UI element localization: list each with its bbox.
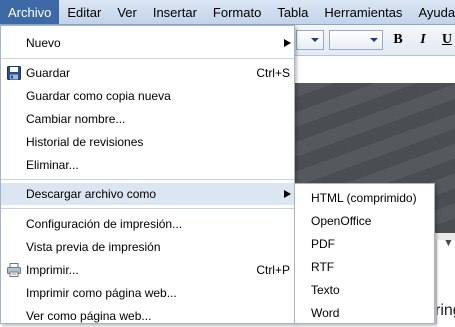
menu-separator — [1, 208, 294, 209]
file-menu: Nuevo Guardar Ctrl+S Guardar como copia … — [0, 25, 295, 324]
menu-item-descargar[interactable]: Descargar archivo como — [1, 183, 294, 205]
menu-item-guardar[interactable]: Guardar Ctrl+S — [1, 62, 294, 84]
underline-button[interactable]: U — [436, 30, 455, 50]
submenu-arrow-icon — [284, 190, 291, 198]
menu-formato[interactable]: Formato — [205, 0, 269, 24]
menu-item-label: Configuración de impresión... — [26, 217, 183, 231]
download-rtf[interactable]: RTF — [295, 256, 434, 279]
menu-item-label: Imprimir... — [26, 263, 79, 277]
menu-editar[interactable]: Editar — [59, 0, 109, 24]
menu-item-label: Vista previa de impresión — [26, 240, 161, 254]
bold-button[interactable]: B — [387, 30, 409, 50]
chevron-down-icon — [370, 38, 378, 42]
download-html[interactable]: HTML (comprimido) — [295, 187, 434, 210]
menu-ver[interactable]: Ver — [109, 0, 145, 24]
menu-item-label: PDF — [311, 237, 335, 251]
menu-item-imprimir[interactable]: Imprimir... Ctrl+P — [1, 259, 294, 281]
menu-item-config-impresion[interactable]: Configuración de impresión... — [1, 213, 294, 235]
menu-insertar[interactable]: Insertar — [145, 0, 205, 24]
save-icon — [7, 66, 21, 80]
menu-item-label: RTF — [311, 260, 335, 274]
menu-ayuda[interactable]: Ayuda — [410, 0, 455, 24]
menu-item-label: Texto — [311, 283, 340, 297]
document-page[interactable]: ▼ ring — [436, 240, 455, 324]
menu-archivo[interactable]: Archivo — [0, 0, 60, 24]
menu-item-label: Guardar como copia nueva — [26, 89, 171, 103]
download-pdf[interactable]: PDF — [295, 233, 434, 256]
menu-separator — [1, 179, 294, 180]
menu-separator — [1, 58, 294, 59]
menu-item-vista-previa[interactable]: Vista previa de impresión — [1, 236, 294, 258]
menu-item-label: Cambiar nombre... — [26, 112, 126, 126]
menu-item-historial[interactable]: Historial de revisiones — [1, 131, 294, 153]
ruler-marker-icon: ▼ — [443, 240, 454, 249]
menu-herramientas[interactable]: Herramientas — [316, 0, 410, 24]
shortcut-label: Ctrl+S — [256, 66, 290, 80]
download-texto[interactable]: Texto — [295, 279, 434, 302]
submenu-arrow-icon — [284, 39, 291, 47]
menu-item-cambiar-nombre[interactable]: Cambiar nombre... — [1, 108, 294, 130]
menu-item-label: OpenOffice — [311, 214, 372, 228]
menu-tabla[interactable]: Tabla — [269, 0, 316, 24]
font-size-select[interactable] — [329, 30, 383, 50]
menubar: Archivo Editar Ver Insertar Formato Tabl… — [0, 0, 455, 25]
menu-item-guardar-copia[interactable]: Guardar como copia nueva — [1, 85, 294, 107]
menu-item-label: Historial de revisiones — [26, 135, 144, 149]
menu-item-label: HTML (comprimido) — [311, 191, 417, 205]
font-family-select[interactable] — [296, 30, 324, 50]
menu-item-label: Nuevo — [26, 36, 61, 50]
italic-button[interactable]: I — [412, 30, 434, 50]
download-openoffice[interactable]: OpenOffice — [295, 210, 434, 233]
menu-item-eliminar[interactable]: Eliminar... — [1, 154, 294, 176]
menu-item-label: Imprimir como página web... — [26, 286, 177, 300]
chevron-down-icon — [311, 38, 319, 42]
download-submenu: HTML (comprimido) OpenOffice PDF RTF Tex… — [294, 183, 435, 324]
menu-item-label: Descargar archivo como — [26, 187, 157, 201]
document-text: ring — [437, 302, 455, 319]
menu-item-label: Eliminar... — [26, 158, 79, 172]
menu-item-label: Word — [311, 306, 340, 320]
menu-item-nuevo[interactable]: Nuevo — [1, 32, 294, 54]
menu-item-imprimir-web[interactable]: Imprimir como página web... — [1, 282, 294, 304]
menu-item-label: Guardar — [26, 66, 71, 80]
download-word[interactable]: Word — [295, 302, 434, 325]
shortcut-label: Ctrl+P — [256, 263, 290, 277]
printer-icon — [7, 263, 21, 277]
